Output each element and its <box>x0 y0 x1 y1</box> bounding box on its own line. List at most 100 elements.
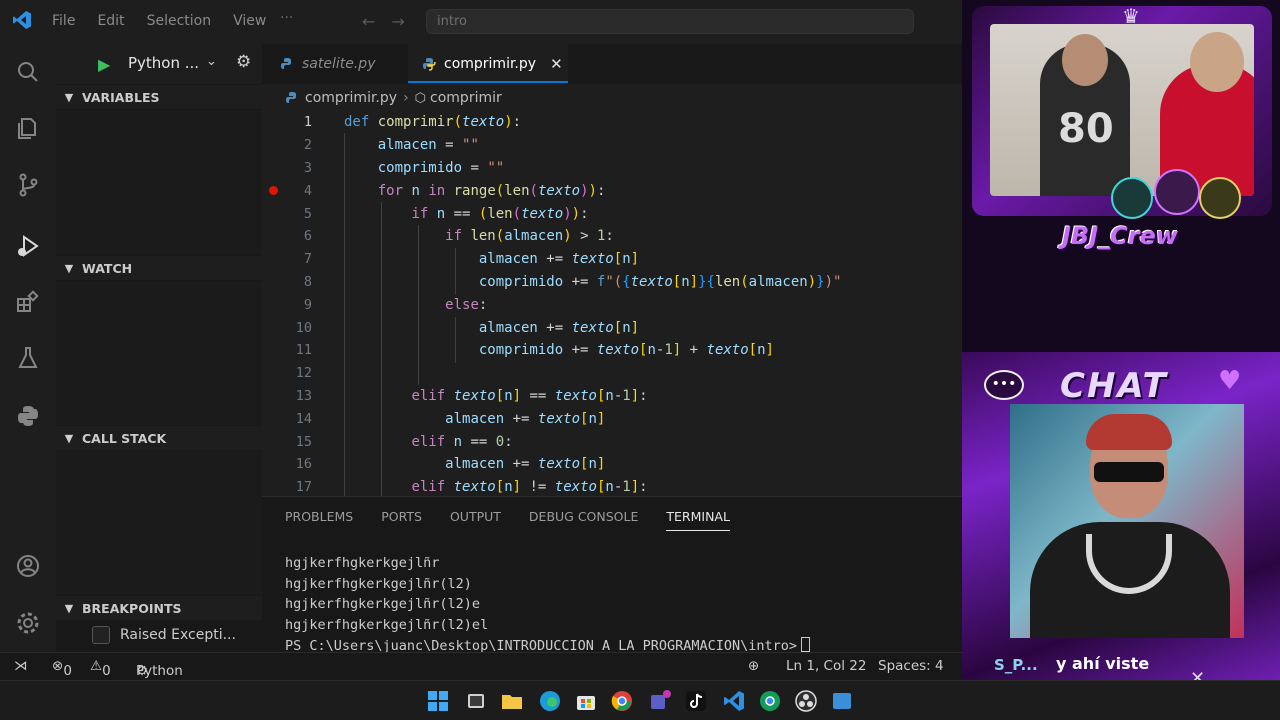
menu-file[interactable]: File <box>52 13 75 29</box>
zoom-icon[interactable]: ⊕ <box>748 658 759 674</box>
menu-edit[interactable]: Edit <box>97 13 124 29</box>
python-icon[interactable] <box>14 402 42 430</box>
tab-satelite[interactable]: satelite.py <box>280 44 404 84</box>
media-player-icon[interactable] <box>830 689 854 713</box>
line-source: elif texto[n] != texto[n-1]: <box>411 479 648 496</box>
code-line: 6 if len(almacen) > 1: <box>262 225 962 248</box>
variables-section-header[interactable]: ▼ VARIABLES <box>56 85 262 109</box>
tab-debug-console[interactable]: DEBUG CONSOLE <box>529 509 638 531</box>
line-number: 3 <box>303 159 312 176</box>
explorer-icon[interactable] <box>14 114 42 142</box>
stream-overlay: 80 ♛ JBJ_Crew ••• CHAT ♥ S_P... y ahí vi… <box>962 0 1280 720</box>
person-head <box>1190 32 1244 92</box>
line-source: if len(almacen) > 1: <box>445 228 614 245</box>
breakpoints-section-header[interactable]: ▼ BREAKPOINTS <box>56 596 262 620</box>
artist-photo <box>1010 404 1244 638</box>
watch-section-header[interactable]: ▼ WATCH <box>56 256 262 280</box>
section-title: BREAKPOINTS <box>82 600 182 616</box>
chrome-icon[interactable] <box>610 689 634 713</box>
code-line: 7 almacen += texto[n] <box>262 248 962 271</box>
call-stack-section-header[interactable]: ▼ CALL STACK <box>56 426 262 450</box>
edge-browser-icon[interactable] <box>538 689 562 713</box>
tab-output[interactable]: OUTPUT <box>450 509 501 531</box>
search-icon[interactable] <box>14 58 42 86</box>
code-line: 4 for n in range(len(texto)): <box>262 179 962 202</box>
line-source: elif texto[n] == texto[n-1]: <box>411 387 648 404</box>
tab-terminal[interactable]: TERMINAL <box>666 509 730 531</box>
line-number: 11 <box>295 342 312 359</box>
code-editor[interactable]: 1 def comprimir(texto): 2 almacen = "" 3 … <box>262 111 962 496</box>
code-line: 1 def comprimir(texto): <box>262 111 962 134</box>
more-menu-icon[interactable]: ··· <box>280 10 293 26</box>
editor-tabs: satelite.py comprimir.py ✕ <box>262 44 962 84</box>
chevron-down-icon[interactable]: ⌄ <box>206 54 217 69</box>
chrome-profile-icon[interactable] <box>758 689 782 713</box>
tab-problems[interactable]: PROBLEMS <box>285 509 353 531</box>
start-debugging-icon[interactable]: ▶ <box>98 55 110 74</box>
windows-start-icon[interactable] <box>426 689 450 713</box>
command-center-search[interactable]: intro <box>426 9 914 34</box>
breakpoint-checkbox[interactable] <box>92 626 110 644</box>
cursor-position[interactable]: Ln 1, Col 22 <box>786 658 866 674</box>
code-line: 15 elif n == 0: <box>262 430 962 453</box>
line-number: 14 <box>295 410 312 427</box>
menu-view[interactable]: View <box>233 13 266 29</box>
line-source: almacen += texto[n] <box>445 410 606 427</box>
line-source: for n in range(len(texto)): <box>377 182 606 199</box>
section-title: CALL STACK <box>82 430 167 446</box>
terminal-line: hgjkerfhgkerkgejlñr(l2) <box>285 575 472 592</box>
extensions-icon[interactable] <box>14 288 42 316</box>
terminal[interactable]: hgjkerfhgkerkgejlñr hgjkerfhgkerkgejlñr(l… <box>285 553 811 657</box>
code-line: 11 comprimido += texto[n-1] + texto[n] <box>262 339 962 362</box>
line-number: 16 <box>295 456 312 473</box>
code-line: 8 comprimido += f"({texto[n]}{len(almace… <box>262 271 962 294</box>
debug-config-select[interactable]: Python ... <box>128 54 199 72</box>
warnings-indicator[interactable]: ⚠ 0 <box>90 658 111 679</box>
tiktok-icon[interactable] <box>684 689 708 713</box>
tab-comprimir[interactable]: comprimir.py ✕ <box>408 44 568 84</box>
breadcrumb-symbol[interactable]: comprimir <box>430 90 502 106</box>
settings-gear-icon[interactable] <box>14 609 42 637</box>
screen: File Edit Selection View ··· ← → intro ▶… <box>0 0 1280 720</box>
source-control-icon[interactable] <box>14 171 42 199</box>
breadcrumb-file[interactable]: comprimir.py <box>305 90 397 106</box>
line-source: elif n == 0: <box>411 433 513 450</box>
code-line: 17 elif texto[n] != texto[n-1]: <box>262 476 962 496</box>
vscode-logo-icon <box>13 11 31 29</box>
indentation[interactable]: Spaces: 4 <box>878 658 944 674</box>
menu-selection[interactable]: Selection <box>147 13 212 29</box>
line-source: def comprimir(texto): <box>344 114 522 131</box>
back-arrow-icon[interactable]: ← <box>362 12 375 31</box>
line-source: comprimido = "" <box>377 159 505 176</box>
teams-icon[interactable] <box>648 689 672 713</box>
close-icon[interactable]: ✕ <box>550 55 563 73</box>
tab-label: satelite.py <box>302 56 376 72</box>
code-line: 9 else: <box>262 293 962 316</box>
obs-icon[interactable] <box>794 689 818 713</box>
forward-arrow-icon[interactable]: → <box>391 12 404 31</box>
tab-label: comprimir.py <box>444 55 537 72</box>
run-and-debug-icon[interactable] <box>14 232 42 260</box>
terminal-line: hgjkerfhgkerkgejlñr(l2)el <box>285 617 489 634</box>
breakpoint-item[interactable]: Raised Excepti... <box>56 624 262 646</box>
account-icon[interactable] <box>14 552 42 580</box>
navigation-arrows: ← → <box>362 12 405 31</box>
line-number: 9 <box>303 296 312 313</box>
line-number: 4 <box>303 182 312 199</box>
launch-config-gear-icon[interactable]: ⚙ <box>236 52 251 72</box>
errors-indicator[interactable]: ⊗ 0 <box>52 658 72 679</box>
line-source: else: <box>445 296 488 313</box>
code-line: 10 almacen += texto[n] <box>262 316 962 339</box>
remote-icon[interactable]: ⋊ <box>14 658 28 674</box>
status-bar: ⋊ ⊗ 0 ⚠ 0 ⚙ Python Debugger: Python File… <box>0 652 962 720</box>
python-file-icon <box>423 57 436 71</box>
testing-flask-icon[interactable] <box>14 344 42 372</box>
jersey-number: 80 <box>1058 106 1114 152</box>
vscode-taskbar-icon[interactable] <box>722 689 746 713</box>
person-head <box>1062 34 1108 86</box>
artist-sunglasses <box>1094 462 1164 482</box>
task-view-icon[interactable] <box>464 689 488 713</box>
store-icon[interactable] <box>574 689 598 713</box>
file-explorer-icon[interactable] <box>500 689 524 713</box>
tab-ports[interactable]: PORTS <box>381 509 422 531</box>
